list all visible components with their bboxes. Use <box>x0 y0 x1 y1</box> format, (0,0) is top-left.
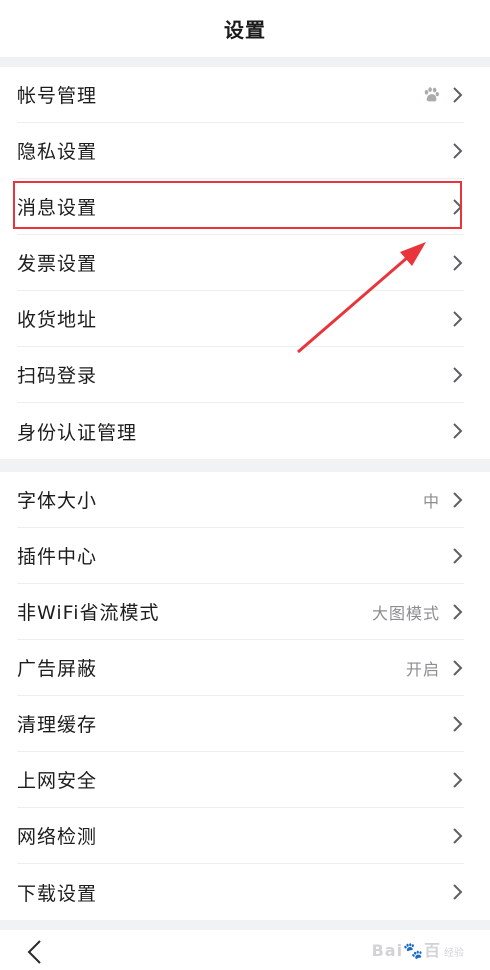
chevron-right-icon <box>453 142 463 159</box>
settings-item-value: 中 <box>422 491 440 511</box>
chevron-right-icon <box>453 547 463 564</box>
watermark-subtitle: 经验 <box>444 948 464 959</box>
settings-item-plugins[interactable]: 插件中心 <box>17 528 464 584</box>
settings-item-clear-cache[interactable]: 清理缓存 <box>17 696 464 752</box>
chevron-right-icon <box>453 366 463 383</box>
settings-item-label: 发票设置 <box>17 253 98 275</box>
highlight-box <box>13 181 462 229</box>
settings-item-label: 字体大小 <box>17 490 98 512</box>
bottom-bar: Bai🐾百 经验 <box>0 930 490 970</box>
account-settings-group: 帐号管理 隐私设置 消息设置 发票设置 收货地址 扫码登录 身份认证管理 <box>0 67 490 459</box>
watermark: Bai🐾百 经验 <box>372 937 464 961</box>
settings-item-label: 清理缓存 <box>17 714 98 736</box>
settings-item-value: 开启 <box>405 659 440 679</box>
settings-item-label: 收货地址 <box>17 309 98 331</box>
chevron-right-icon <box>453 254 463 271</box>
settings-item-label: 隐私设置 <box>17 141 98 163</box>
chevron-right-icon <box>453 659 463 676</box>
chevron-right-icon <box>453 423 463 439</box>
settings-item-invoice[interactable]: 发票设置 <box>17 235 464 291</box>
settings-item-address[interactable]: 收货地址 <box>17 291 464 347</box>
settings-item-label: 网络检测 <box>17 826 98 848</box>
general-settings-group: 字体大小 中 插件中心 非WiFi省流模式 大图模式 广告屏蔽 开启 清理缓存 … <box>0 472 490 920</box>
back-arrow-icon[interactable] <box>24 938 46 966</box>
chevron-right-icon <box>453 310 463 327</box>
settings-item-label: 插件中心 <box>17 546 98 568</box>
chevron-right-icon <box>453 491 463 508</box>
settings-item-label: 非WiFi省流模式 <box>17 602 160 624</box>
settings-item-ad-block[interactable]: 广告屏蔽 开启 <box>17 640 464 696</box>
settings-item-data-saver[interactable]: 非WiFi省流模式 大图模式 <box>17 584 464 640</box>
settings-item-web-security[interactable]: 上网安全 <box>17 752 464 808</box>
watermark-logo: Bai🐾百 <box>371 941 441 960</box>
settings-item-privacy[interactable]: 隐私设置 <box>17 123 464 179</box>
settings-item-label: 下载设置 <box>17 882 98 905</box>
settings-item-font-size[interactable]: 字体大小 中 <box>17 472 464 528</box>
settings-item-network-check[interactable]: 网络检测 <box>17 808 464 864</box>
settings-item-account[interactable]: 帐号管理 <box>17 67 464 123</box>
settings-item-label: 身份认证管理 <box>17 421 138 444</box>
settings-item-download[interactable]: 下载设置 <box>17 864 464 920</box>
chevron-right-icon <box>453 715 463 732</box>
paw-icon <box>424 86 439 102</box>
chevron-right-icon <box>453 603 463 620</box>
chevron-right-icon <box>453 827 463 844</box>
settings-item-label: 帐号管理 <box>17 85 98 107</box>
page-title: 设置 <box>224 18 266 42</box>
settings-item-label: 广告屏蔽 <box>17 658 98 680</box>
top-bar: 设置 <box>0 0 490 57</box>
chevron-right-icon <box>453 884 463 900</box>
settings-item-label: 扫码登录 <box>17 365 98 387</box>
settings-item-value: 大图模式 <box>371 603 440 623</box>
settings-item-qr-login[interactable]: 扫码登录 <box>17 347 464 403</box>
settings-item-identity[interactable]: 身份认证管理 <box>17 403 464 459</box>
chevron-right-icon <box>453 771 463 788</box>
chevron-right-icon <box>453 86 463 103</box>
settings-item-label: 上网安全 <box>17 770 98 792</box>
